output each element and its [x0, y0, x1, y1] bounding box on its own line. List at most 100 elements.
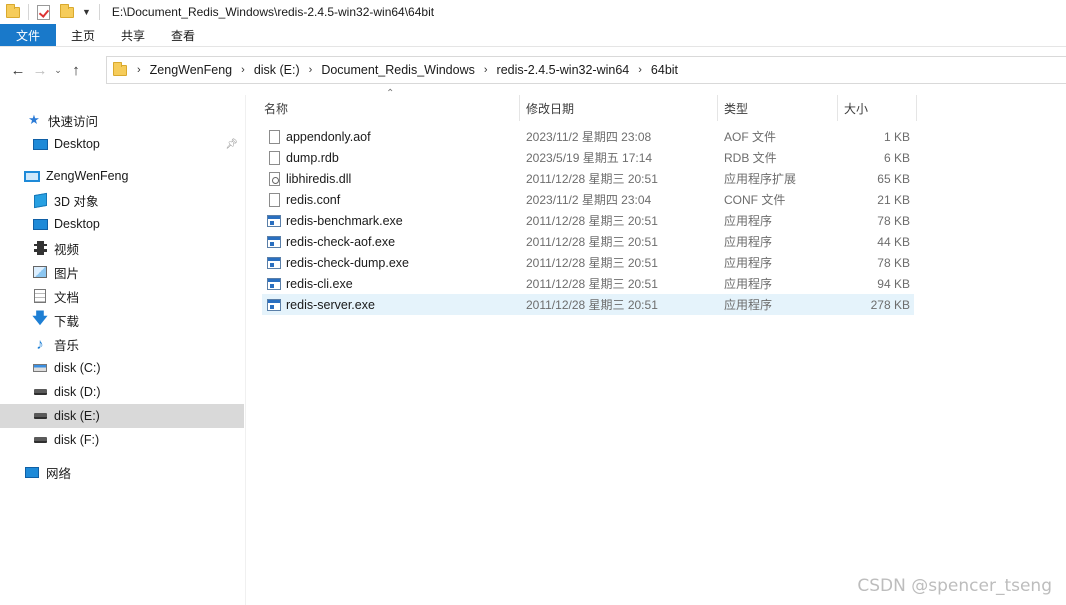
sidebar-item-videos[interactable]: 视频	[0, 236, 244, 260]
tab-home[interactable]: 主页	[58, 24, 108, 46]
file-date: 2011/12/28 星期三 20:51	[526, 172, 658, 186]
file-type: 应用程序	[724, 277, 773, 291]
file-size: 78 KB	[877, 213, 910, 228]
column-header-name[interactable]: 名称	[264, 95, 518, 121]
file-row[interactable]: redis-benchmark.exe 2011/12/28 星期三 20:51…	[262, 210, 914, 231]
file-date: 2023/5/19 星期五 17:14	[526, 151, 653, 165]
breadcrumb[interactable]: Document_Redis_Windows	[321, 63, 475, 77]
sidebar-item-documents[interactable]: 文档	[0, 284, 244, 308]
file-row[interactable]: redis-check-aof.exe 2011/12/28 星期三 20:51…	[262, 231, 914, 252]
file-size: 78 KB	[877, 255, 910, 270]
new-folder-icon[interactable]	[60, 0, 74, 24]
sidebar-item-this-pc[interactable]: ZengWenFeng	[0, 164, 244, 188]
file-date: 2023/11/2 星期四 23:08	[526, 130, 652, 144]
file-date: 2011/12/28 星期三 20:51	[526, 298, 658, 312]
sidebar-item-label: 视频	[54, 242, 80, 257]
sidebar-item-label: 快速访问	[48, 114, 99, 129]
breadcrumb[interactable]: disk (E:)	[254, 63, 300, 77]
drive-icon	[32, 432, 48, 448]
sidebar-item-quick-access[interactable]: ★ 快速访问	[0, 108, 244, 132]
customize-arrow-icon[interactable]: ▼	[82, 7, 91, 17]
file-type: AOF 文件	[724, 130, 777, 144]
exe-icon	[266, 234, 282, 250]
file-date: 2011/12/28 星期三 20:51	[526, 214, 658, 228]
column-header-date[interactable]: 修改日期	[526, 95, 716, 121]
file-date: 2011/12/28 星期三 20:51	[526, 256, 658, 270]
column-divider[interactable]	[837, 95, 838, 121]
sidebar-item-3d-objects[interactable]: 3D 对象	[0, 188, 244, 212]
file-row[interactable]: redis-check-dump.exe 2011/12/28 星期三 20:5…	[262, 252, 914, 273]
file-row[interactable]: redis.conf 2023/11/2 星期四 23:04 CONF 文件 2…	[262, 189, 914, 210]
desktop-icon	[32, 216, 48, 232]
file-row[interactable]: redis-cli.exe 2011/12/28 星期三 20:51 应用程序 …	[262, 273, 914, 294]
chevron-right-icon[interactable]: ›	[638, 64, 642, 76]
network-icon	[24, 464, 40, 480]
properties-icon[interactable]	[37, 0, 50, 24]
pin-icon[interactable]: 📌︎	[225, 139, 238, 150]
sidebar-item-label: disk (F:)	[54, 433, 100, 447]
breadcrumb[interactable]: 64bit	[651, 63, 678, 77]
address-bar[interactable]: › ZengWenFeng › disk (E:) › Document_Red…	[106, 56, 1066, 84]
tab-file[interactable]: 文件	[0, 24, 56, 46]
file-date: 2011/12/28 星期三 20:51	[526, 277, 658, 291]
file-row[interactable]: appendonly.aof 2023/11/2 星期四 23:08 AOF 文…	[262, 126, 914, 147]
chevron-right-icon[interactable]: ›	[309, 64, 313, 76]
download-icon: 🡇︎	[32, 309, 48, 327]
file-row-selected[interactable]: redis-server.exe 2011/12/28 星期三 20:51 应用…	[262, 294, 914, 315]
breadcrumb[interactable]: ZengWenFeng	[150, 63, 232, 77]
drive-icon	[32, 384, 48, 400]
sidebar-item-label: 音乐	[54, 338, 80, 353]
back-arrow-icon[interactable]: ←	[7, 58, 29, 82]
file-date: 2011/12/28 星期三 20:51	[526, 235, 658, 249]
chevron-right-icon[interactable]: ›	[484, 64, 488, 76]
column-divider[interactable]	[916, 95, 917, 121]
sidebar-item-downloads[interactable]: 🡇︎ 下载	[0, 308, 244, 332]
chevron-right-icon[interactable]: ›	[241, 64, 245, 76]
sidebar-item-label: 下载	[54, 314, 80, 329]
sidebar-item-label: 图片	[54, 266, 80, 281]
file-size: 94 KB	[877, 276, 910, 291]
sidebar-item-music[interactable]: ♪ 音乐	[0, 332, 244, 356]
file-size: 65 KB	[877, 171, 910, 186]
recent-locations-chevron-icon[interactable]: ⌄	[51, 58, 65, 82]
sidebar-item-disk-d[interactable]: disk (D:)	[0, 380, 244, 404]
file-size: 44 KB	[877, 234, 910, 249]
sidebar-item-desktop[interactable]: Desktop	[0, 212, 244, 236]
exe-icon	[266, 213, 282, 229]
file-name: redis-benchmark.exe	[286, 213, 403, 228]
sidebar-item-disk-c[interactable]: disk (C:)	[0, 356, 244, 380]
music-icon: ♪	[36, 335, 44, 353]
sidebar-item-disk-f[interactable]: disk (F:)	[0, 428, 244, 452]
sidebar-item-disk-e[interactable]: disk (E:)	[0, 404, 244, 428]
column-divider[interactable]	[717, 95, 718, 121]
breadcrumb[interactable]: redis-2.4.5-win32-win64	[497, 63, 630, 77]
sidebar-item-desktop-pinned[interactable]: Desktop 📌︎	[0, 132, 244, 156]
file-icon	[266, 150, 282, 166]
column-divider[interactable]	[519, 95, 520, 121]
tab-view[interactable]: 查看	[158, 24, 208, 46]
sidebar-item-label: disk (C:)	[54, 361, 101, 375]
file-row[interactable]: libhiredis.dll 2011/12/28 星期三 20:51 应用程序…	[262, 168, 914, 189]
computer-icon	[24, 168, 40, 184]
file-name: libhiredis.dll	[286, 171, 352, 186]
star-icon: ★	[28, 112, 40, 127]
file-size: 278 KB	[870, 297, 910, 312]
file-icon	[266, 192, 282, 208]
file-row[interactable]: dump.rdb 2023/5/19 星期五 17:14 RDB 文件 6 KB	[262, 147, 914, 168]
tab-share[interactable]: 共享	[108, 24, 158, 46]
up-arrow-icon[interactable]: ↑	[65, 58, 87, 82]
column-header-type[interactable]: 类型	[724, 95, 834, 121]
folder-icon[interactable]	[6, 0, 20, 24]
file-type: 应用程序扩展	[724, 172, 797, 186]
file-date: 2023/11/2 星期四 23:04	[526, 193, 652, 207]
sidebar-item-label: 网络	[46, 466, 72, 481]
exe-icon	[266, 255, 282, 271]
video-icon	[32, 240, 48, 256]
sidebar-item-network[interactable]: 网络	[0, 460, 244, 484]
sidebar-item-label: ZengWenFeng	[46, 169, 129, 183]
sidebar-item-pictures[interactable]: 图片	[0, 260, 244, 284]
forward-arrow-icon[interactable]: →	[29, 58, 51, 82]
column-header-size[interactable]: 大小	[844, 95, 914, 121]
drive-icon	[32, 408, 48, 424]
chevron-right-icon[interactable]: ›	[137, 64, 141, 76]
